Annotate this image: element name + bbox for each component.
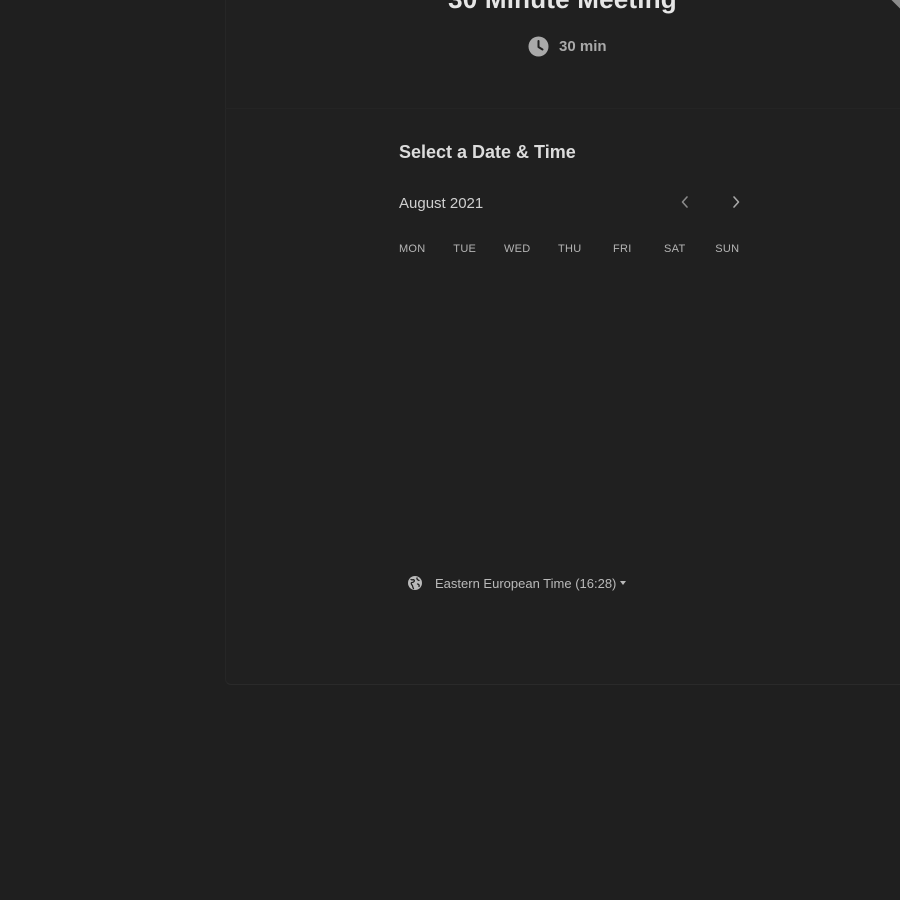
weekday-sun: SUN (715, 243, 740, 255)
page: 30 Minute Meeting 30 min Select a Date &… (0, 0, 900, 900)
chevron-left-icon (680, 195, 690, 214)
event-duration: 30 min (528, 36, 607, 57)
weekday-tue: TUE (453, 243, 477, 255)
next-month-button[interactable] (725, 193, 747, 215)
previous-month-button[interactable] (674, 193, 696, 215)
weekday-wed: WED (503, 243, 531, 255)
duration-label: 30 min (559, 38, 607, 55)
weekday-thu: THU (557, 243, 582, 255)
timezone-label: Eastern European Time (16:28) (435, 575, 617, 591)
select-date-time-heading: Select a Date & Time (399, 142, 576, 162)
clock-icon (528, 36, 549, 57)
globe-icon (407, 575, 423, 591)
timezone-selector[interactable]: Eastern European Time (16:28) (407, 575, 627, 591)
weekday-fri: FRI (612, 243, 632, 255)
weekday-mon: MON (398, 243, 426, 255)
event-title: 30 Minute Meeting (0, 0, 900, 15)
header-divider (225, 108, 900, 109)
weekday-sat: SAT (664, 243, 686, 255)
chevron-right-icon (731, 195, 741, 214)
weekday-header: MON TUE WED THU FRI SAT SUN (386, 243, 754, 255)
caret-down-icon (620, 581, 627, 585)
month-label: August 2021 (399, 195, 484, 212)
